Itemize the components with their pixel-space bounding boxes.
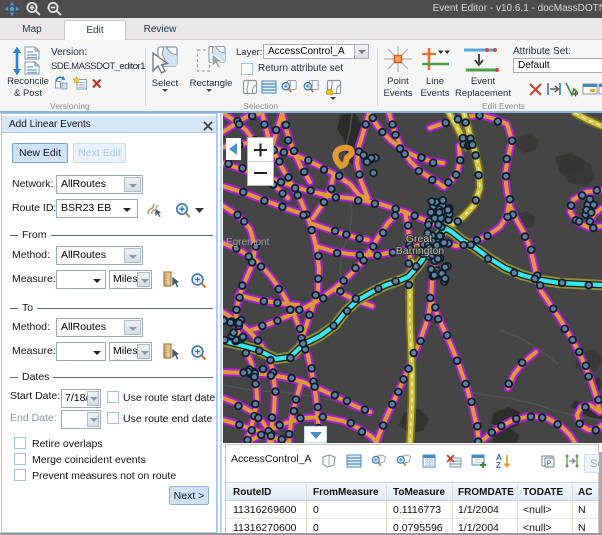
svg-text:Great: Great xyxy=(406,233,432,245)
svg-text:Barrington: Barrington xyxy=(396,245,445,257)
svg-text:P: P xyxy=(547,461,552,468)
svg-text:Egremont: Egremont xyxy=(226,237,270,248)
svg-text:Z: Z xyxy=(496,461,501,469)
